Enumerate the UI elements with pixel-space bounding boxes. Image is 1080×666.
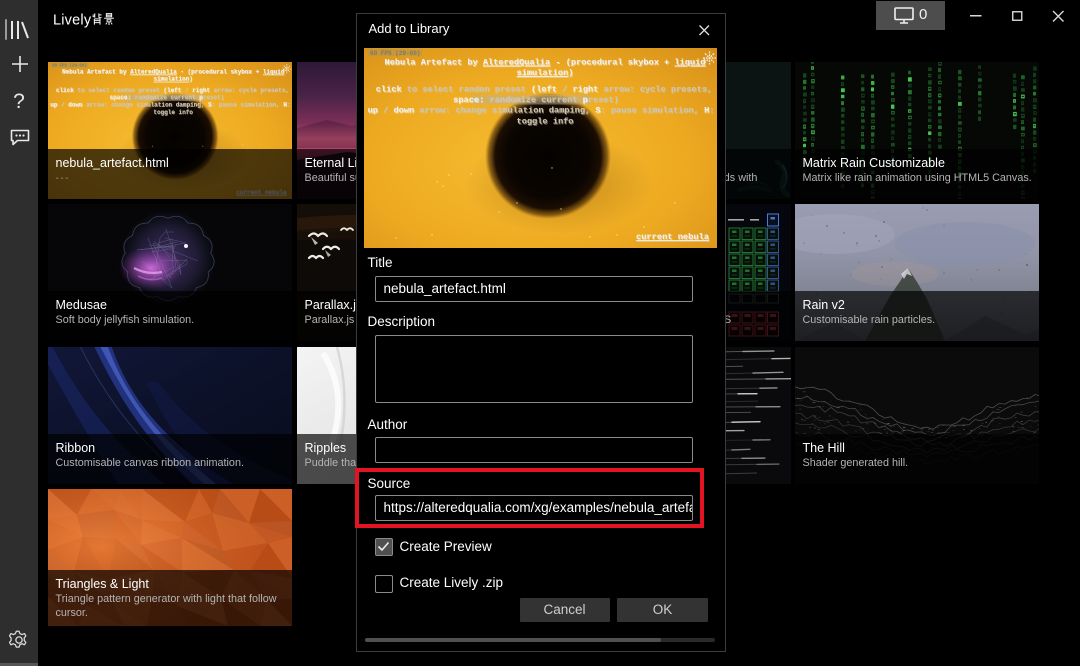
svg-text:Nebula Artefact by AlteredQual: Nebula Artefact by AlteredQualia - (proc…: [385, 58, 706, 68]
svg-text:space: randomize current prese: space: randomize current preset): [110, 94, 225, 101]
svg-text:click to select randon preset: click to select randon preset (left / ri…: [56, 87, 289, 94]
svg-text:toggle info: toggle info: [153, 109, 193, 116]
svg-text:current nebula: current nebula: [636, 232, 709, 242]
svg-text:space: randomize current prese: space: randomize current preset): [453, 95, 619, 105]
svg-text:simulation): simulation): [517, 68, 574, 78]
svg-text:up / down arrow: change simula: up / down arrow: change simulation dampi…: [368, 106, 715, 116]
svg-text:click to select randon preset: click to select randon preset (left / ri…: [376, 85, 712, 95]
svg-text:up / down arrow: change simula: up / down arrow: change simulation dampi…: [50, 102, 290, 109]
svg-text:simulation): simulation): [153, 76, 192, 83]
svg-text:toggle info: toggle info: [517, 117, 574, 127]
svg-text:Nebula Artefact by AlteredQual: Nebula Artefact by AlteredQualia - (proc…: [62, 68, 285, 75]
svg-text:60 FPS (29-60): 60 FPS (29-60): [370, 50, 420, 57]
